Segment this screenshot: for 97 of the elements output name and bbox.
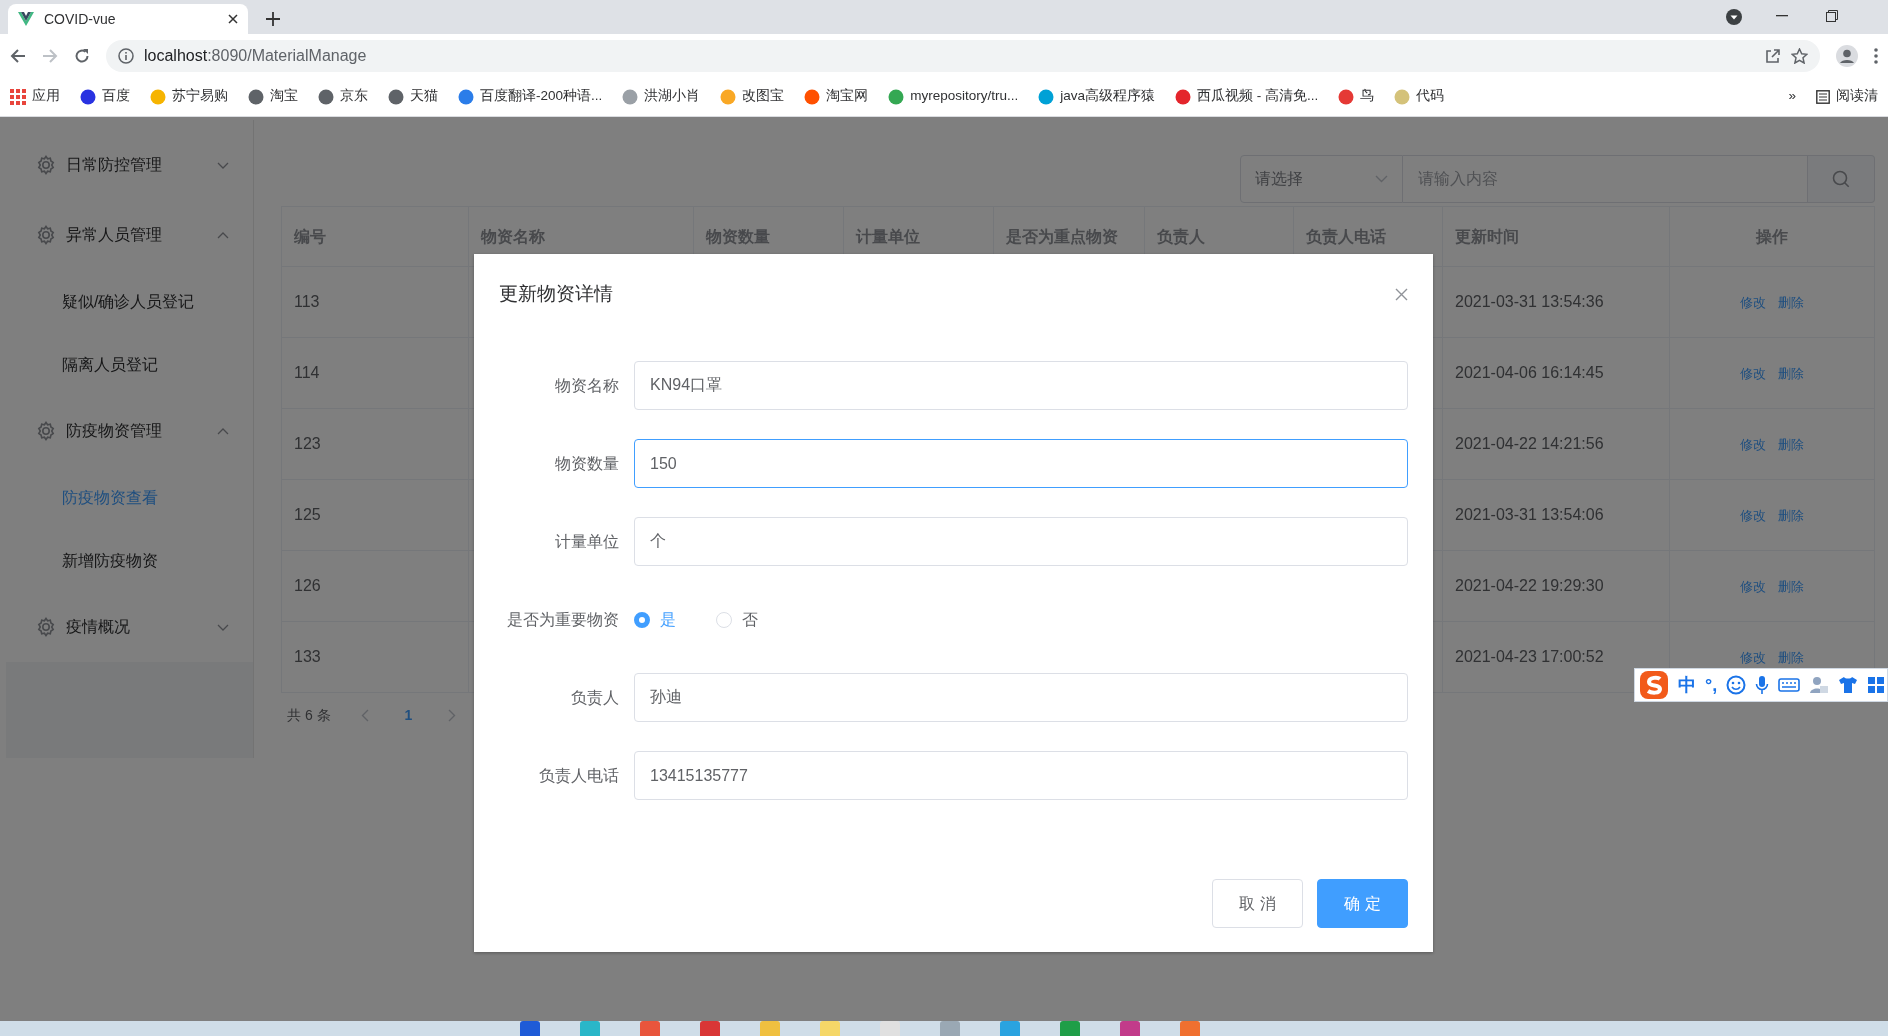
gear-icon	[36, 421, 56, 441]
microphone-icon[interactable]	[1755, 675, 1770, 695]
bookmark-link[interactable]: 百度	[102, 86, 130, 107]
dialog-title: 更新物资详情	[499, 281, 613, 306]
reading-list-link[interactable]: 阅读清	[1836, 86, 1878, 107]
field-label: 是否为重要物资	[506, 609, 620, 630]
info-icon[interactable]	[118, 47, 134, 64]
profile-icon[interactable]	[1836, 44, 1858, 67]
table-cell: 126	[281, 550, 469, 622]
bookmark-link[interactable]: java高级程序猿	[1060, 86, 1156, 107]
bookmark-link[interactable]: 京东	[340, 86, 368, 107]
bookmark-link[interactable]: 代码	[1416, 86, 1445, 107]
radio-option[interactable]: 否	[716, 607, 758, 632]
bookmark-link[interactable]: 改图宝	[742, 86, 785, 107]
input-field[interactable]: 个	[634, 517, 1408, 566]
table-cell: 2021-03-31 13:54:06	[1442, 479, 1670, 551]
bookmark-link[interactable]: 西瓜视频 - 高清免...	[1197, 86, 1319, 107]
submenu-item[interactable]: 疑似/确诊人员登记	[6, 270, 253, 333]
site-icon[interactable]	[804, 88, 821, 105]
menu-item[interactable]: 防疫物资管理	[6, 396, 253, 466]
radio-label: 是	[660, 609, 676, 630]
back-icon[interactable]	[10, 47, 26, 64]
address-bar[interactable]: localhost:8090/MaterialManage	[106, 39, 1820, 72]
site-icon[interactable]	[1175, 88, 1192, 105]
menu-item[interactable]: 异常人员管理	[6, 200, 253, 270]
field-label: 负责人	[570, 687, 620, 708]
grid-icon[interactable]	[1867, 676, 1886, 694]
bookmark-link[interactable]: 应用	[32, 86, 60, 107]
menu-item[interactable]: 日常防控管理	[6, 130, 253, 200]
cancel-button[interactable]: 取 消	[1212, 879, 1303, 928]
bookmark-link[interactable]: 淘宝网	[826, 86, 869, 107]
tab-title: COVID-vue	[44, 9, 117, 29]
table-cell: 123	[281, 408, 469, 480]
radio-button[interactable]	[634, 611, 650, 628]
table-cell: 113	[281, 266, 469, 338]
field-label: 负责人电话	[538, 765, 620, 786]
gear-icon	[36, 617, 56, 637]
bookmark-link[interactable]: 淘宝	[270, 86, 298, 107]
gear-icon	[36, 225, 56, 245]
radio-label: 否	[742, 609, 758, 630]
logo-icon	[18, 12, 34, 26]
site-icon[interactable]	[318, 88, 334, 105]
more-bookmarks-button[interactable]: »	[1788, 86, 1796, 107]
browser-tab[interactable]: COVID-vue	[8, 4, 248, 34]
bookmark-link[interactable]: 百度翻译-200种语...	[480, 86, 603, 107]
table-cell: 133	[281, 621, 469, 693]
submenu-item[interactable]: 隔离人员登记	[6, 333, 253, 396]
menu-icon[interactable]	[1874, 47, 1878, 64]
close-icon[interactable]	[228, 14, 238, 24]
input-field[interactable]: 孙迪	[634, 673, 1408, 722]
table-cell: 125	[281, 479, 469, 551]
input-field[interactable]: KN94口罩	[634, 361, 1408, 410]
total-count: 共 6 条	[287, 706, 331, 725]
field-label: 物资名称	[554, 375, 620, 396]
punctuation-toggle[interactable]: °,	[1705, 671, 1718, 699]
field-label: 物资数量	[554, 453, 620, 474]
site-icon[interactable]	[80, 88, 96, 105]
chevron-down-icon	[1375, 175, 1388, 183]
dropdown-icon[interactable]	[1726, 9, 1742, 25]
table-cell: 114	[281, 337, 469, 409]
table-cell: 2021-04-06 16:14:45	[1442, 337, 1670, 409]
site-icon[interactable]	[388, 88, 404, 105]
input-field[interactable]: 13415135777	[634, 751, 1408, 800]
submenu-item[interactable]: 新增防疫物资	[6, 529, 253, 592]
bookmark-link[interactable]: 苏宁易购	[172, 86, 228, 107]
site-icon[interactable]	[1338, 88, 1355, 105]
bookmark-link[interactable]: myrepository/tru...	[910, 86, 1019, 107]
table-cell: 2021-04-22 14:21:56	[1442, 408, 1670, 480]
share-icon[interactable]	[1765, 47, 1781, 64]
keyboard-icon[interactable]	[1778, 677, 1801, 693]
input-field[interactable]: 150	[634, 439, 1408, 488]
search-icon	[1832, 170, 1850, 188]
forward-icon[interactable]	[42, 47, 58, 64]
emoji-icon[interactable]	[1726, 675, 1747, 695]
table-cell: 2021-04-22 19:29:30	[1442, 550, 1670, 622]
site-icon[interactable]	[458, 88, 474, 105]
gear-icon	[36, 155, 56, 175]
table-cell: 2021-03-31 13:54:36	[1442, 266, 1670, 338]
bookmark-link[interactable]: 洪湖小肖	[644, 86, 701, 107]
apps-grid-icon[interactable]	[10, 88, 26, 105]
url-host: localhost	[144, 46, 208, 64]
ime-mode-toggle[interactable]: 中	[1678, 671, 1696, 699]
bookmark-link[interactable]: 天猫	[410, 86, 438, 107]
reading-list-icon[interactable]	[1816, 89, 1830, 104]
url-path: :8090/MaterialManage	[207, 46, 367, 64]
new-tab-icon[interactable]	[266, 12, 280, 26]
user-icon[interactable]	[1809, 675, 1830, 695]
site-icon[interactable]	[248, 88, 264, 105]
minimize-icon[interactable]	[1776, 15, 1788, 17]
restore-icon[interactable]	[1826, 10, 1838, 22]
reload-icon[interactable]	[74, 47, 90, 64]
bookmark-link[interactable]: 鸟	[1360, 86, 1375, 107]
input-method-logo-icon[interactable]	[1639, 670, 1669, 700]
shirt-icon[interactable]	[1838, 676, 1859, 694]
field-label: 计量单位	[554, 531, 620, 552]
star-icon[interactable]	[1791, 47, 1808, 64]
menu-item[interactable]: 疫情概况	[6, 592, 253, 662]
